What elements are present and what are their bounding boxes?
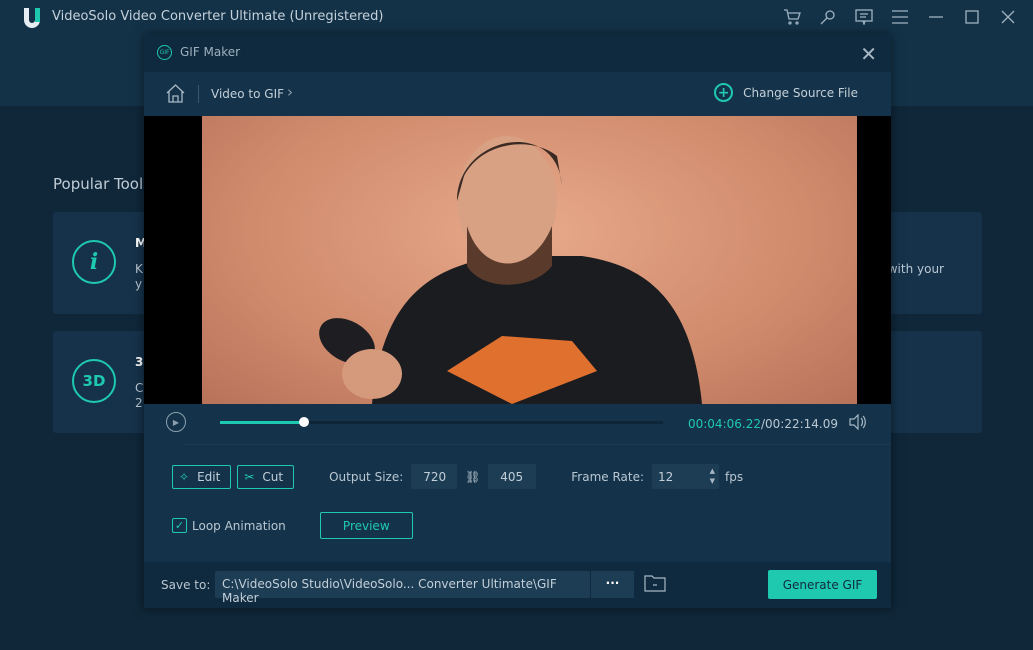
output-size-label: Output Size: xyxy=(329,469,404,484)
dialog-close-icon[interactable]: ✕ xyxy=(860,42,877,66)
close-icon[interactable] xyxy=(997,6,1019,28)
feedback-icon[interactable] xyxy=(853,6,875,28)
loop-animation-checkbox[interactable]: ✓ xyxy=(172,518,187,533)
magic-wand-icon: ✧ xyxy=(179,469,190,484)
key-icon[interactable] xyxy=(817,6,839,28)
play-icon[interactable]: ▶ xyxy=(166,412,186,432)
edit-button[interactable]: ✧ Edit xyxy=(172,464,232,489)
scissors-icon: ✂ xyxy=(244,469,255,484)
gif-maker-dialog: GIF GIF Maker ✕ Video to GIF › + Change S… xyxy=(144,34,891,608)
video-preview[interactable] xyxy=(144,116,891,404)
save-path-field[interactable]: C:\VideoSolo Studio\VideoSolo... Convert… xyxy=(215,571,590,605)
loop-animation-label: Loop Animation xyxy=(192,518,286,533)
change-source-file-button[interactable]: + Change Source File xyxy=(714,83,858,102)
frame-rate-label: Frame Rate: xyxy=(571,469,645,484)
save-bar: Save to: C:\VideoSolo Studio\VideoSolo..… xyxy=(144,562,891,608)
seek-slider[interactable] xyxy=(220,417,663,427)
seek-handle[interactable] xyxy=(299,417,310,427)
breadcrumb: Video to GIF › + Change Source File xyxy=(144,72,891,116)
fps-label: fps xyxy=(725,469,744,484)
menu-icon[interactable] xyxy=(889,6,911,28)
stepper-arrows-icon[interactable]: ▲ ▼ xyxy=(710,466,715,486)
home-icon[interactable] xyxy=(166,84,185,103)
time-display: 00:04:06.22/00:22:14.09 xyxy=(687,417,838,431)
preview-button[interactable]: Preview xyxy=(319,512,413,539)
link-icon[interactable]: ⛓ xyxy=(457,470,488,484)
output-height-input[interactable]: 405 xyxy=(488,464,537,489)
breadcrumb-video-to-gif[interactable]: Video to GIF xyxy=(211,87,284,101)
plus-circle-icon: + xyxy=(714,83,734,102)
info-icon: i xyxy=(72,240,116,284)
open-folder-icon[interactable] xyxy=(644,574,666,592)
app-logo-icon xyxy=(24,8,40,28)
chevron-right-icon: › xyxy=(287,83,293,101)
cut-button[interactable]: ✂ Cut xyxy=(237,464,295,489)
generate-gif-button[interactable]: Generate GIF xyxy=(768,570,877,599)
minimize-icon[interactable] xyxy=(925,6,947,28)
playback-controls: ▶ 00:04:06.22/00:22:14.09 xyxy=(144,404,891,444)
browse-more-button[interactable]: ··· xyxy=(591,571,634,598)
app-title: VideoSolo Video Converter Ultimate (Unre… xyxy=(52,9,384,24)
output-width-input[interactable]: 720 xyxy=(411,464,458,489)
gif-icon: GIF xyxy=(157,45,172,60)
dialog-title: GIF Maker xyxy=(180,45,241,59)
3d-icon: 3D xyxy=(72,359,116,403)
volume-icon[interactable] xyxy=(849,414,867,430)
save-to-label: Save to: xyxy=(161,578,211,592)
popular-tools-heading: Popular Tools xyxy=(53,175,151,193)
frame-rate-stepper[interactable]: 12 ▲ ▼ xyxy=(652,464,720,489)
cart-icon[interactable] xyxy=(781,6,803,28)
dialog-title-bar: GIF GIF Maker ✕ xyxy=(144,34,891,72)
video-frame xyxy=(202,116,857,404)
maximize-icon[interactable] xyxy=(961,6,983,28)
